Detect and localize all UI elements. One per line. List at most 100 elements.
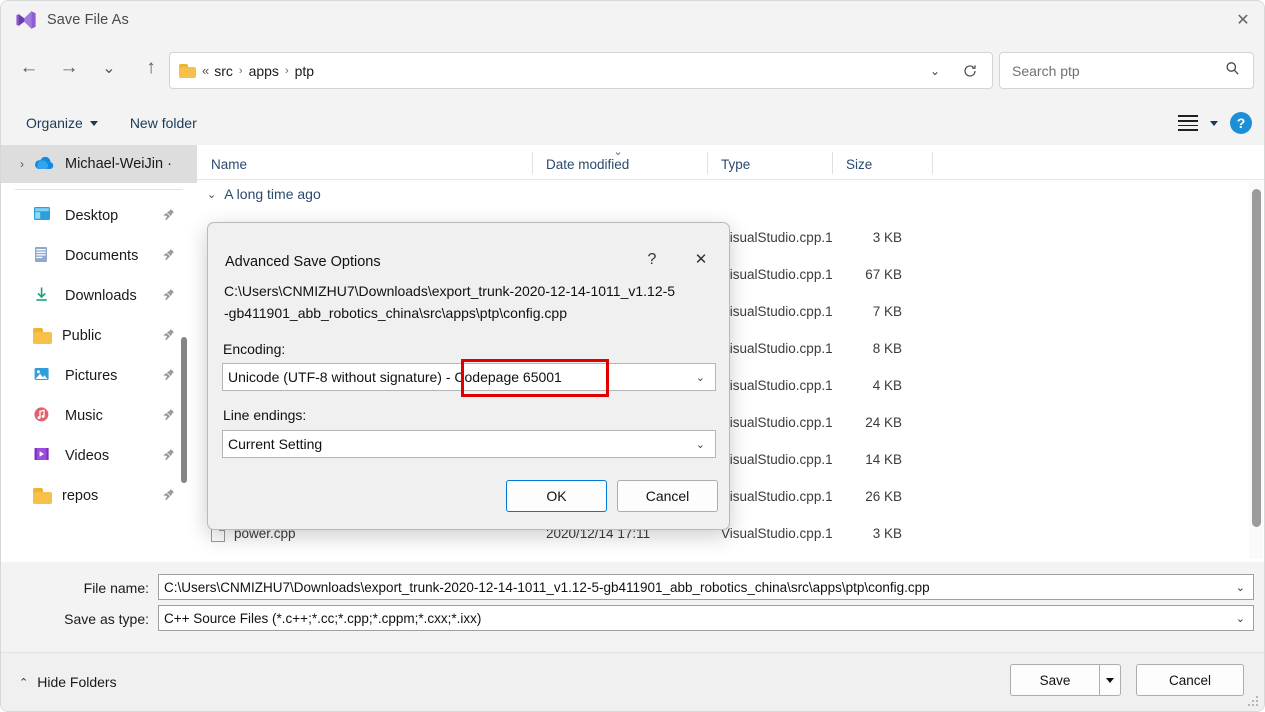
- pin-icon[interactable]: [162, 488, 175, 504]
- sidebar-item-music[interactable]: Music: [1, 396, 197, 436]
- pin-icon[interactable]: [162, 208, 175, 224]
- chevron-down-icon[interactable]: ⌄: [1236, 612, 1245, 625]
- line-endings-select[interactable]: Current Setting ⌄: [222, 430, 716, 458]
- sidebar-item-onedrive[interactable]: › Michael-WeiJin ·: [1, 145, 197, 183]
- save-as-type-select[interactable]: C++ Source Files (*.c++;*.cc;*.cpp;*.cpp…: [158, 605, 1254, 631]
- save-as-type-label: Save as type:: [64, 611, 149, 627]
- onedrive-cloud-icon: [33, 154, 55, 174]
- file-name-label: File name:: [83, 580, 149, 596]
- column-header-type[interactable]: Type: [707, 145, 832, 179]
- save-as-type-value: C++ Source Files (*.c++;*.cc;*.cpp;*.cpp…: [164, 610, 482, 626]
- group-label: A long time ago: [224, 186, 321, 202]
- pin-icon[interactable]: [162, 248, 175, 264]
- column-header-row: Name ⌄ Date modified Type Size: [197, 145, 1264, 179]
- documents-icon: [33, 246, 55, 266]
- window-close-icon[interactable]: ✕: [1220, 1, 1264, 39]
- dialog-path-line-1: C:\Users\CNMIZHU7\Downloads\export_trunk…: [224, 283, 676, 299]
- sidebar-item-label: repos: [62, 488, 99, 504]
- dialog-help-icon[interactable]: ?: [637, 245, 667, 275]
- music-icon: [33, 406, 55, 426]
- column-label: Type: [721, 157, 751, 172]
- chevron-down-icon[interactable]: ⌄: [696, 371, 705, 384]
- header-divider: [197, 179, 1264, 180]
- downloads-icon: [33, 286, 55, 306]
- save-file-as-window: Save File As ✕ ← → ⌄ ↑ « src › apps › pt…: [0, 0, 1265, 712]
- up-icon[interactable]: ↑: [134, 51, 168, 85]
- file-name-value: C:\Users\CNMIZHU7\Downloads\export_trunk…: [164, 579, 930, 595]
- sidebar-item-documents[interactable]: Documents: [1, 236, 197, 276]
- file-list-scrollbar-thumb[interactable]: [1252, 189, 1261, 527]
- breadcrumb-src[interactable]: src: [209, 61, 238, 81]
- cell-size: 24 KB: [865, 415, 902, 430]
- chevron-down-icon[interactable]: ⌄: [930, 53, 940, 88]
- pin-icon[interactable]: [162, 328, 175, 344]
- cell-size: 3 KB: [872, 526, 902, 541]
- folder-icon: [33, 488, 52, 504]
- line-endings-value: Current Setting: [228, 436, 323, 452]
- dialog-path-line-2: -gb411901_abb_robotics_china\src\apps\pt…: [224, 305, 567, 321]
- chevron-down-icon[interactable]: ⌄: [207, 188, 216, 201]
- sidebar-item-public[interactable]: Public: [1, 316, 197, 356]
- breadcrumb-overflow[interactable]: «: [202, 63, 209, 78]
- save-dropdown-button[interactable]: [1099, 664, 1121, 696]
- search-box[interactable]: Search ptp: [999, 52, 1254, 89]
- hide-folders-button[interactable]: ⌃ Hide Folders: [19, 674, 117, 690]
- column-header-date-modified[interactable]: ⌄ Date modified: [532, 145, 707, 179]
- breadcrumb-ptp[interactable]: ptp: [290, 61, 319, 81]
- column-header-size[interactable]: Size: [832, 145, 932, 179]
- sidebar-item-label: Videos: [65, 448, 110, 464]
- help-icon[interactable]: ?: [1230, 112, 1252, 134]
- caret-down-icon: [1106, 677, 1114, 683]
- sidebar-item-pictures[interactable]: Pictures: [1, 356, 197, 396]
- breadcrumb-separator: ›: [284, 64, 289, 77]
- dialog-ok-button[interactable]: OK: [506, 480, 607, 512]
- chevron-down-icon[interactable]: ⌄: [1236, 581, 1245, 594]
- back-icon[interactable]: ←: [12, 51, 46, 85]
- group-header-a-long-time-ago[interactable]: ⌄ A long time ago: [207, 186, 321, 202]
- title-bar: Save File As ✕: [1, 1, 1264, 39]
- encoding-label: Encoding:: [223, 341, 286, 357]
- pin-icon[interactable]: [162, 448, 175, 464]
- pin-icon[interactable]: [162, 368, 175, 384]
- pin-icon[interactable]: [162, 288, 175, 304]
- command-toolbar: Organize New folder ?: [1, 101, 1264, 145]
- pin-icon[interactable]: [162, 408, 175, 424]
- cell-size: 3 KB: [872, 230, 902, 245]
- view-options-chevron-down-icon[interactable]: [1210, 120, 1218, 126]
- resize-grip[interactable]: [1248, 696, 1260, 708]
- chevron-right-icon[interactable]: ›: [11, 157, 33, 171]
- videos-icon: [33, 446, 55, 466]
- column-header-name[interactable]: Name: [197, 145, 532, 179]
- chevron-down-icon[interactable]: ⌄: [696, 438, 705, 451]
- cell-size: 67 KB: [865, 267, 902, 282]
- sidebar-item-label: Public: [62, 328, 102, 344]
- refresh-icon[interactable]: [962, 53, 978, 88]
- new-folder-button[interactable]: New folder: [121, 110, 206, 136]
- sidebar-item-repos[interactable]: repos: [1, 476, 197, 516]
- encoding-value: Unicode (UTF-8 without signature) - Code…: [228, 369, 562, 385]
- save-button[interactable]: Save: [1010, 664, 1099, 696]
- sidebar-item-label: Downloads: [65, 288, 137, 304]
- column-label: Date modified: [546, 157, 630, 172]
- file-name-input[interactable]: C:\Users\CNMIZHU7\Downloads\export_trunk…: [158, 574, 1254, 600]
- search-input[interactable]: Search ptp: [1012, 63, 1225, 79]
- forward-icon[interactable]: →: [52, 51, 86, 85]
- folder-icon: [33, 328, 52, 344]
- cell-size: 8 KB: [872, 341, 902, 356]
- cancel-button[interactable]: Cancel: [1136, 664, 1244, 696]
- organize-button[interactable]: Organize: [17, 110, 107, 136]
- sidebar-item-downloads[interactable]: Downloads: [1, 276, 197, 316]
- encoding-select[interactable]: Unicode (UTF-8 without signature) - Code…: [222, 363, 716, 391]
- sidebar-item-desktop[interactable]: Desktop: [1, 196, 197, 236]
- dialog-cancel-button[interactable]: Cancel: [617, 480, 718, 512]
- chevron-up-icon: ⌃: [19, 676, 29, 689]
- recent-locations-icon[interactable]: ⌄: [92, 51, 126, 85]
- hide-folders-label: Hide Folders: [37, 674, 117, 690]
- list-view-icon[interactable]: [1178, 115, 1198, 131]
- dialog-close-icon[interactable]: ✕: [681, 241, 721, 277]
- sidebar-item-videos[interactable]: Videos: [1, 436, 197, 476]
- sidebar-scrollbar[interactable]: [181, 337, 187, 483]
- address-bar[interactable]: « src › apps › ptp ⌄: [169, 52, 993, 89]
- breadcrumb-apps[interactable]: apps: [244, 61, 284, 81]
- cell-size: 4 KB: [872, 378, 902, 393]
